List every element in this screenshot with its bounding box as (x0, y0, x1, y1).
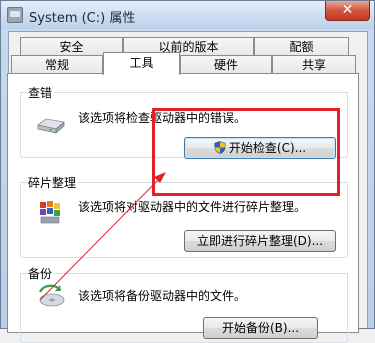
tab-general[interactable]: 常规 (11, 55, 103, 75)
tab-hardware[interactable]: 硬件 (180, 55, 272, 75)
error-check-heading: 查错 (28, 84, 55, 101)
tab-sharing[interactable]: 共享 (272, 55, 356, 75)
close-button[interactable]: ✕ (325, 1, 370, 21)
backup-description: 该选项将备份驱动器中的文件。 (78, 289, 247, 303)
tab-quota[interactable]: 配额 (254, 37, 349, 57)
tab-tools[interactable]: 工具 (103, 52, 180, 75)
drive-icon (36, 116, 66, 136)
drive-app-icon (7, 7, 23, 23)
close-icon: ✕ (341, 2, 354, 18)
backup-heading: 备份 (28, 265, 55, 282)
defrag-description: 该选项将对驱动器中的文件进行碎片整理。 (78, 200, 307, 214)
defrag-now-button[interactable]: 立即进行碎片整理(D)... (184, 230, 336, 252)
backup-now-button[interactable]: 开始备份(B)... (203, 317, 318, 339)
window-title: System (C:) 属性 (29, 11, 136, 26)
defrag-icon (38, 199, 62, 225)
backup-icon (36, 282, 66, 310)
title-bar[interactable]: System (C:) 属性 ✕ (1, 1, 374, 29)
defrag-heading: 碎片整理 (28, 174, 79, 191)
annotation-highlight-box (152, 108, 340, 196)
